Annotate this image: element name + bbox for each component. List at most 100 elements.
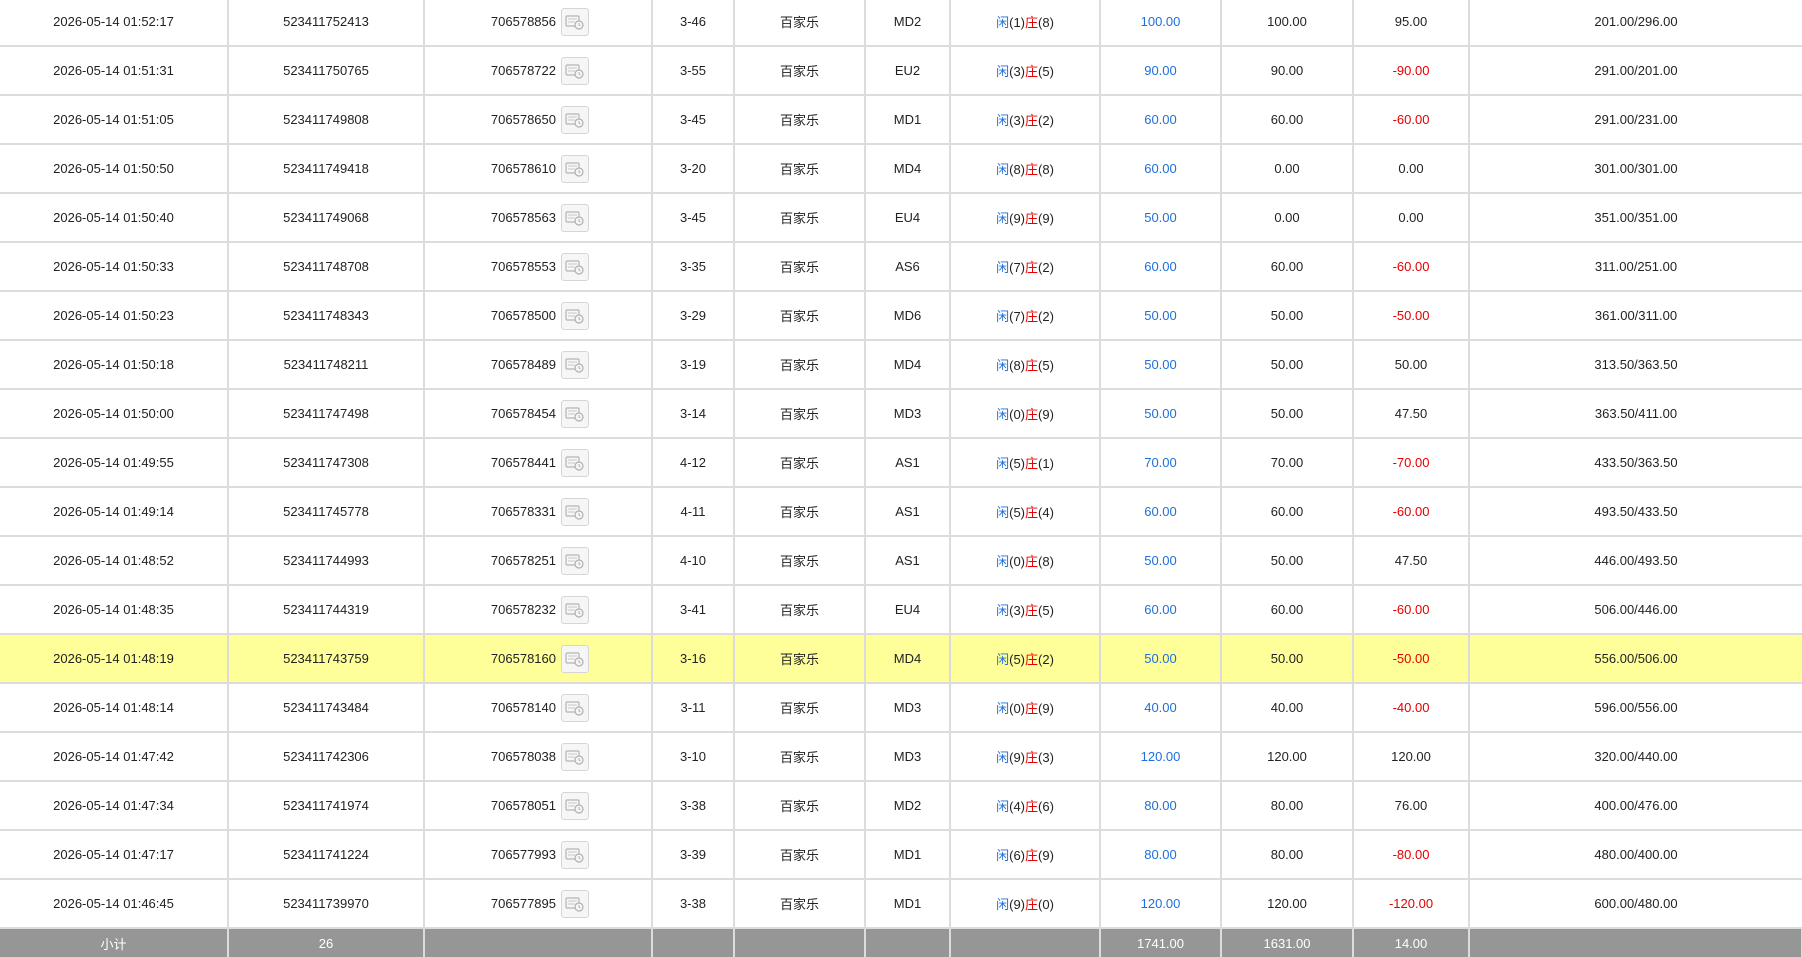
table-row[interactable]: 2026-05-14 01:49:14 523411745778 7065783… <box>0 487 1802 537</box>
table-row[interactable]: 2026-05-14 01:51:05 523411749808 7065786… <box>0 95 1802 145</box>
replay-icon[interactable] <box>561 742 589 771</box>
round-cell: 706578500 <box>424 291 653 341</box>
replay-icon[interactable] <box>561 350 589 379</box>
round-number: 706578331 <box>490 504 556 519</box>
bet-amount: 120.00 <box>1100 879 1222 929</box>
game-name: 百家乐 <box>734 879 866 929</box>
player-label: 闲 <box>996 211 1010 226</box>
result-cell: 闲(7)庄(2) <box>950 242 1101 292</box>
round-number: 706578232 <box>490 602 556 617</box>
table-row[interactable]: 2026-05-14 01:52:17 523411752413 7065788… <box>0 0 1802 47</box>
bet-id: 523411744319 <box>228 585 425 635</box>
player-label: 闲 <box>996 505 1010 520</box>
replay-icon[interactable] <box>561 203 589 232</box>
replay-icon[interactable] <box>561 301 589 330</box>
result-cell: 闲(8)庄(5) <box>950 340 1101 390</box>
shoe-number: 3-11 <box>652 683 735 733</box>
bet-id: 523411749418 <box>228 144 425 194</box>
replay-icon[interactable] <box>561 448 589 477</box>
round-number: 706578441 <box>490 455 556 470</box>
banker-score: (9) <box>1038 211 1054 226</box>
replay-icon[interactable] <box>561 889 589 918</box>
round-number: 706578051 <box>490 798 556 813</box>
table-name: MD1 <box>865 95 951 145</box>
banker-label: 庄 <box>1025 750 1039 765</box>
player-score: (9) <box>1009 750 1025 765</box>
banker-label: 庄 <box>1025 652 1039 667</box>
replay-icon[interactable] <box>561 252 589 281</box>
win-amount: -90.00 <box>1353 46 1470 96</box>
replay-icon[interactable] <box>561 791 589 820</box>
table-row[interactable]: 2026-05-14 01:50:50 523411749418 7065786… <box>0 144 1802 194</box>
bet-id: 523411743759 <box>228 634 425 684</box>
balance: 493.50/433.50 <box>1469 487 1802 537</box>
table-row[interactable]: 2026-05-14 01:46:45 523411739970 7065778… <box>0 879 1802 929</box>
replay-icon[interactable] <box>561 399 589 428</box>
bet-id: 523411749808 <box>228 95 425 145</box>
table-row[interactable]: 2026-05-14 01:47:34 523411741974 7065780… <box>0 781 1802 831</box>
table-row[interactable]: 2026-05-14 01:47:17 523411741224 7065779… <box>0 830 1802 880</box>
player-score: (1) <box>1009 15 1025 30</box>
replay-icon[interactable] <box>561 7 589 36</box>
bet-time: 2026-05-14 01:46:45 <box>0 879 229 929</box>
player-label: 闲 <box>996 456 1010 471</box>
banker-label: 庄 <box>1025 113 1039 128</box>
table-row[interactable]: 2026-05-14 01:48:35 523411744319 7065782… <box>0 585 1802 635</box>
result-cell: 闲(3)庄(2) <box>950 95 1101 145</box>
win-amount: 0.00 <box>1353 144 1470 194</box>
replay-icon[interactable] <box>561 693 589 722</box>
replay-icon[interactable] <box>561 497 589 526</box>
banker-score: (8) <box>1038 162 1054 177</box>
bet-id: 523411748708 <box>228 242 425 292</box>
table-row[interactable]: 2026-05-14 01:48:19 523411743759 7065781… <box>0 634 1802 684</box>
game-name: 百家乐 <box>734 438 866 488</box>
round-cell: 706578454 <box>424 389 653 439</box>
shoe-number: 3-38 <box>652 781 735 831</box>
banker-label: 庄 <box>1025 162 1039 177</box>
table-row[interactable]: 2026-05-14 01:48:14 523411743484 7065781… <box>0 683 1802 733</box>
round-cell: 706578251 <box>424 536 653 586</box>
replay-icon[interactable] <box>561 56 589 85</box>
result-cell: 闲(9)庄(3) <box>950 732 1101 782</box>
table-row[interactable]: 2026-05-14 01:50:33 523411748708 7065785… <box>0 242 1802 292</box>
game-name: 百家乐 <box>734 487 866 537</box>
table-row[interactable]: 2026-05-14 01:50:23 523411748343 7065785… <box>0 291 1802 341</box>
banker-score: (3) <box>1038 750 1054 765</box>
shoe-number: 3-35 <box>652 242 735 292</box>
win-amount: 120.00 <box>1353 732 1470 782</box>
game-name: 百家乐 <box>734 585 866 635</box>
bet-amount: 90.00 <box>1100 46 1222 96</box>
banker-label: 庄 <box>1025 848 1039 863</box>
player-score: (7) <box>1009 309 1025 324</box>
table-row[interactable]: 2026-05-14 01:49:55 523411747308 7065784… <box>0 438 1802 488</box>
shoe-number: 3-39 <box>652 830 735 880</box>
shoe-number: 3-19 <box>652 340 735 390</box>
player-score: (6) <box>1009 848 1025 863</box>
round-number: 706577993 <box>490 847 556 862</box>
table-row[interactable]: 2026-05-14 01:47:42 523411742306 7065780… <box>0 732 1802 782</box>
win-amount: 95.00 <box>1353 0 1470 47</box>
balance: 201.00/296.00 <box>1469 0 1802 47</box>
table-row[interactable]: 2026-05-14 01:50:40 523411749068 7065785… <box>0 193 1802 243</box>
replay-icon[interactable] <box>561 644 589 673</box>
bet-time: 2026-05-14 01:48:52 <box>0 536 229 586</box>
balance: 446.00/493.50 <box>1469 536 1802 586</box>
win-amount: 76.00 <box>1353 781 1470 831</box>
player-label: 闲 <box>996 652 1010 667</box>
replay-icon[interactable] <box>561 546 589 575</box>
banker-score: (0) <box>1038 897 1054 912</box>
replay-icon[interactable] <box>561 154 589 183</box>
table-row[interactable]: 2026-05-14 01:48:52 523411744993 7065782… <box>0 536 1802 586</box>
player-label: 闲 <box>996 750 1010 765</box>
table-row[interactable]: 2026-05-14 01:50:18 523411748211 7065784… <box>0 340 1802 390</box>
bet-amount: 50.00 <box>1100 291 1222 341</box>
banker-score: (9) <box>1038 701 1054 716</box>
banker-label: 庄 <box>1025 554 1039 569</box>
replay-icon[interactable] <box>561 105 589 134</box>
table-body: 2026-05-14 01:52:17 523411752413 7065788… <box>0 0 1802 929</box>
table-row[interactable]: 2026-05-14 01:51:31 523411750765 7065787… <box>0 46 1802 96</box>
table-row[interactable]: 2026-05-14 01:50:00 523411747498 7065784… <box>0 389 1802 439</box>
win-amount: 47.50 <box>1353 389 1470 439</box>
replay-icon[interactable] <box>561 840 589 869</box>
replay-icon[interactable] <box>561 595 589 624</box>
